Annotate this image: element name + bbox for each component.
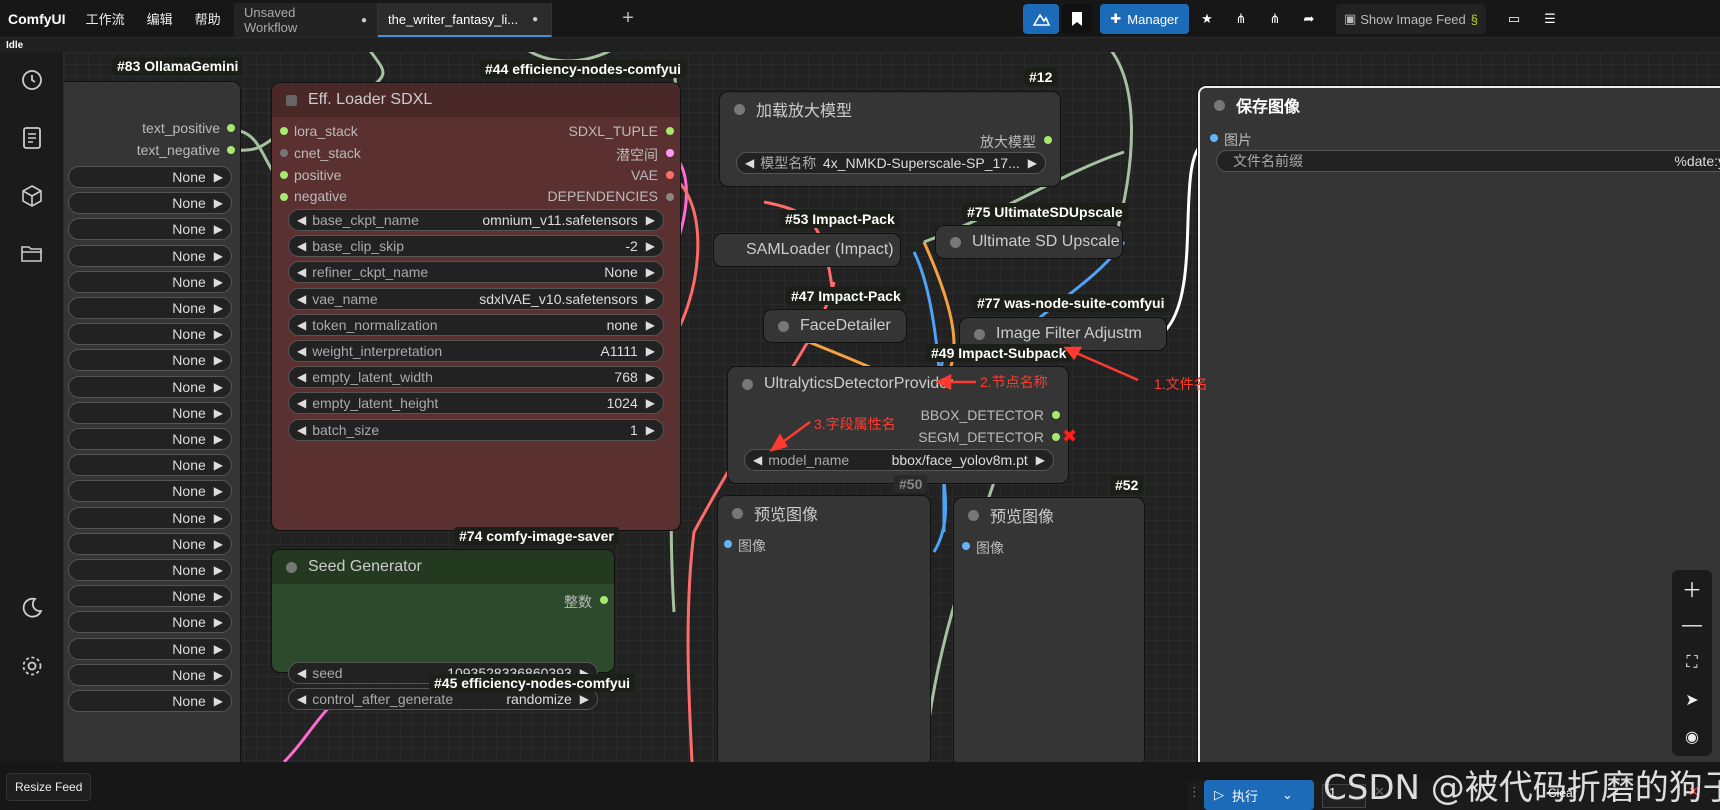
image-feed-label: Show Image Feed — [1360, 11, 1466, 27]
bookmark-button[interactable] — [1062, 4, 1092, 34]
queue-run-button[interactable]: ▷ 执行 ⌄ — [1204, 780, 1314, 810]
add-tab-button[interactable]: + — [617, 6, 639, 32]
tab-label: Unsaved Workflow — [244, 5, 298, 35]
tab-unsaved-dot[interactable]: ● — [361, 15, 367, 26]
workflow-logo-button[interactable] — [1023, 4, 1059, 34]
eye-icon: ◉ — [1685, 728, 1699, 746]
fit-view-button[interactable]: ⛶ — [1672, 644, 1712, 681]
menu-workflow[interactable]: 工作流 — [86, 9, 125, 28]
queue-status: Idle — [6, 40, 24, 51]
tab-writer-fantasy[interactable]: the_writer_fantasy_li... ● — [378, 3, 552, 37]
image-icon: ▣ — [1343, 11, 1357, 26]
plus-icon: ＋ — [1682, 580, 1702, 602]
show-image-feed-button[interactable]: ▣ Show Image Feed § — [1336, 4, 1486, 34]
puzzle-icon: ✚ — [1110, 11, 1122, 26]
snake-icon: § — [1470, 11, 1479, 27]
chevron-down-icon[interactable]: ⌄ — [1282, 787, 1293, 803]
model-alt-button[interactable]: ⋔ — [1260, 4, 1290, 34]
fork-icon: ⋔ — [1235, 11, 1247, 26]
fork-alt-icon: ⋔ — [1269, 11, 1281, 26]
run-label: 执行 — [1232, 788, 1259, 804]
moon-icon[interactable] — [18, 594, 46, 622]
zoom-in-button[interactable]: ＋ — [1672, 570, 1712, 607]
minus-icon: — — [1682, 614, 1702, 636]
folder-icon[interactable] — [18, 240, 46, 268]
annotation-filename: 1.文件名 — [1154, 376, 1208, 392]
annotation-node-name: 2.节点名称 — [980, 374, 1048, 390]
star-icon: ★ — [1201, 11, 1213, 26]
annotation-field-name: 3.字段属性名 — [814, 416, 896, 432]
gear-icon[interactable] — [18, 652, 46, 680]
menu-edit[interactable]: 编辑 — [147, 9, 173, 28]
history-icon[interactable] — [18, 66, 46, 94]
share-button[interactable]: ➦ — [1294, 4, 1324, 34]
zoom-out-button[interactable]: — — [1672, 607, 1712, 644]
app-brand: ComfyUI — [8, 10, 66, 27]
cursor-icon: ➤ — [1685, 691, 1699, 709]
csdn-watermark: CSDN @被代码折磨的狗子 — [1323, 768, 1720, 808]
tab-label: the_writer_fantasy_li... — [388, 11, 519, 27]
book-icon[interactable] — [18, 124, 46, 152]
comfyui-window: ComfyUI 工作流 编辑 帮助 Unsaved Workflow ● the… — [0, 0, 1720, 810]
cube-icon[interactable] — [18, 182, 46, 210]
fit-icon: ⛶ — [1686, 653, 1698, 671]
mountain-icon — [1032, 13, 1050, 26]
bookmark-icon — [1072, 12, 1082, 26]
tab-unsaved-workflow[interactable]: Unsaved Workflow ● — [234, 3, 378, 37]
share-icon: ➦ — [1303, 11, 1315, 26]
tab-unsaved-dot[interactable]: ● — [532, 14, 538, 25]
select-mode-button[interactable]: ➤ — [1672, 681, 1712, 718]
manager-label: Manager — [1127, 11, 1179, 27]
model-button[interactable]: ⋔ — [1226, 4, 1256, 34]
play-icon: ▷ — [1214, 787, 1224, 802]
panel-toggle-button[interactable]: ▭ — [1500, 4, 1528, 34]
star-button[interactable]: ★ — [1192, 4, 1222, 34]
drag-handle-icon[interactable]: ⋮ — [1188, 784, 1201, 800]
left-sidebar — [0, 52, 64, 762]
resize-feed-button[interactable]: Resize Feed — [6, 773, 92, 801]
menu-icon: ☰ — [1544, 11, 1556, 26]
menu-help[interactable]: 帮助 — [195, 9, 221, 28]
node-graph-canvas[interactable]: #83 OllamaGemini text_positive text_nega… — [64, 52, 1720, 762]
hamburger-menu-button[interactable]: ☰ — [1536, 4, 1564, 34]
panel-icon: ▭ — [1507, 11, 1521, 26]
canvas-zoom-controls: ＋ — ⛶ ➤ ◉ — [1672, 570, 1712, 756]
toggle-links-button[interactable]: ◉ — [1672, 718, 1712, 755]
annotation-arrows — [769, 346, 1139, 453]
manager-button[interactable]: ✚ Manager — [1100, 4, 1189, 34]
